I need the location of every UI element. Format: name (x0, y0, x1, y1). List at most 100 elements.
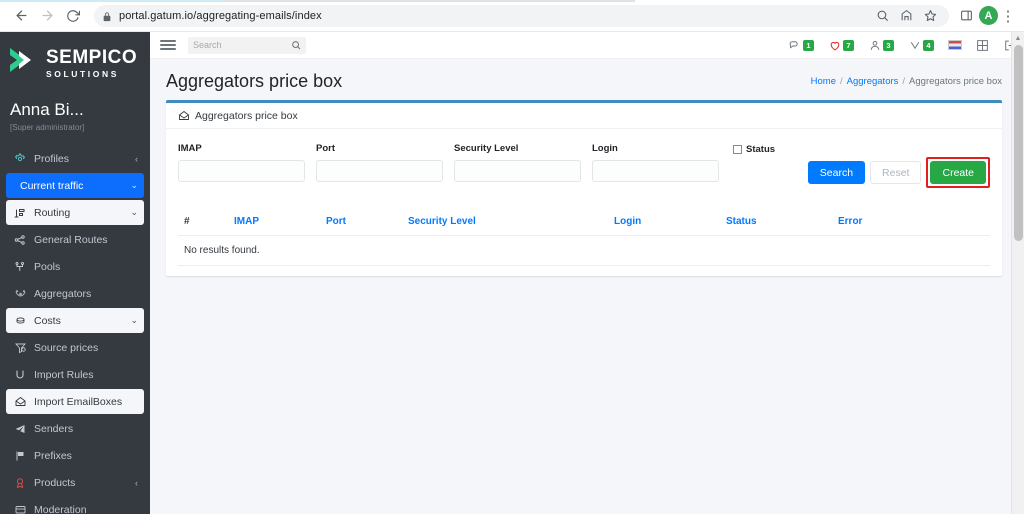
filter-label-login: Login (592, 143, 618, 154)
sitemap-icon (12, 261, 28, 273)
language-flag-icon[interactable] (948, 40, 962, 50)
page-header: Aggregators price box Home / Aggregators… (150, 59, 1024, 100)
card-header: Aggregators price box (166, 103, 1002, 129)
brand-title: SEMPICO (46, 47, 138, 68)
breadcrumb: Home / Aggregators / Aggregators price b… (811, 76, 1002, 87)
star-icon[interactable] (919, 5, 941, 27)
security-level-input[interactable] (454, 160, 581, 182)
sidebar-item-profiles[interactable]: Profiles ‹ (6, 146, 144, 171)
sidebar: SEMPICO SOLUTIONS Anna Bi... [Super admi… (0, 32, 150, 514)
url-text: portal.gatum.io/aggregating-emails/index (119, 9, 322, 22)
hamburger-icon[interactable] (160, 40, 176, 50)
login-input[interactable] (592, 160, 719, 182)
checkbox-box[interactable] (733, 145, 742, 154)
search-icon[interactable] (871, 5, 893, 27)
empty-message: No results found. (178, 235, 990, 266)
column-header-login[interactable]: Login (610, 210, 722, 236)
column-header-imap[interactable]: IMAP (230, 210, 322, 236)
sidebar-item-current-traffic[interactable]: Current traffic ⌄ (6, 173, 144, 198)
sidebar-item-routing[interactable]: Routing ⌄ (6, 200, 144, 225)
breadcrumb-item-home[interactable]: Home (811, 76, 836, 87)
bell-check-icon[interactable]: 4 (908, 39, 934, 52)
comments-icon[interactable]: 1 (788, 39, 814, 52)
topbar-actions: 1 7 3 4 (788, 39, 1016, 52)
grid-icon[interactable] (976, 39, 989, 52)
sidebar-item-aggregators[interactable]: Aggregators (6, 281, 144, 306)
sidebar-item-source-prices[interactable]: Source prices (6, 335, 144, 360)
forward-arrow-icon[interactable] (34, 3, 60, 29)
port-input[interactable] (316, 160, 443, 182)
breadcrumb-item-aggregators[interactable]: Aggregators (847, 76, 899, 87)
sempico-chevron-logo (6, 45, 40, 82)
column-header-number[interactable]: # (178, 210, 230, 236)
users-icon[interactable]: 3 (868, 39, 894, 52)
sidebar-item-moderation[interactable]: Moderation (6, 497, 144, 514)
sidebar-item-products[interactable]: Products ‹ (6, 470, 144, 495)
share-icon[interactable] (895, 5, 917, 27)
sidebar-item-prefixes[interactable]: Prefixes (6, 443, 144, 468)
sidebar-item-label: Products (34, 476, 76, 489)
page-scrollbar[interactable]: ▲ (1011, 32, 1024, 514)
column-header-error[interactable]: Error (834, 210, 990, 236)
avatar[interactable]: A (979, 6, 998, 25)
reload-icon[interactable] (60, 3, 86, 29)
filter-field-imap: IMAP (178, 143, 305, 182)
kebab-menu-icon[interactable]: ⋮ (1000, 7, 1016, 25)
heart-alert-icon[interactable]: 7 (828, 39, 854, 52)
filter-form: IMAP Port Security Level Login Status Se… (178, 143, 990, 188)
filter-field-port: Port (316, 143, 443, 182)
breadcrumb-item-current: Aggregators price box (909, 76, 1002, 87)
sidebar-item-senders[interactable]: Senders (6, 416, 144, 441)
filter-dollar-icon (12, 342, 28, 354)
column-header-port[interactable]: Port (322, 210, 404, 236)
filter-label-security-level: Security Level (454, 143, 519, 154)
sidebar-item-label: Import EmailBoxes (34, 395, 123, 408)
search-button[interactable]: Search (807, 161, 866, 184)
form-actions: Search Reset Create (807, 143, 990, 188)
badge-count: 7 (843, 39, 854, 51)
address-bar[interactable]: portal.gatum.io/aggregating-emails/index (94, 4, 949, 27)
import-rules-icon (12, 369, 28, 381)
app-shell: SEMPICO SOLUTIONS Anna Bi... [Super admi… (0, 32, 1024, 514)
chevron-down-icon: ⌄ (130, 207, 138, 217)
main-content: 1 7 3 4 (150, 32, 1024, 514)
sidebar-item-label: Profiles (34, 152, 70, 165)
brand-subtitle: SOLUTIONS (46, 68, 119, 79)
column-header-security-level[interactable]: Security Level (404, 210, 610, 236)
tab-strip-edge (0, 0, 1024, 2)
side-panel-icon[interactable] (955, 5, 977, 27)
create-button[interactable]: Create (930, 161, 986, 184)
table-header: # IMAP Port Security Level Login Status … (178, 210, 990, 236)
sidebar-item-label: Senders (34, 422, 74, 435)
lock-icon (102, 10, 112, 22)
browser-chrome: portal.gatum.io/aggregating-emails/index… (0, 0, 1024, 32)
routing-icon (12, 207, 28, 219)
sidebar-item-import-rules[interactable]: Import Rules (6, 362, 144, 387)
sidebar-item-general-routes[interactable]: General Routes (6, 227, 144, 252)
imap-input[interactable] (178, 160, 305, 182)
filter-field-login: Login (592, 143, 719, 182)
status-checkbox[interactable]: Status (733, 144, 775, 155)
aggregators-icon (12, 288, 28, 300)
sidebar-item-import-emailboxes[interactable]: Import EmailBoxes (6, 389, 144, 414)
back-arrow-icon[interactable] (8, 3, 34, 29)
table-body: No results found. (178, 235, 990, 266)
global-search[interactable] (188, 36, 306, 54)
scroll-up-arrow-icon[interactable]: ▲ (1012, 32, 1024, 44)
search-input[interactable] (193, 40, 291, 50)
share-nodes-icon (12, 234, 28, 246)
reset-button[interactable]: Reset (870, 161, 922, 184)
status-checkbox-label: Status (746, 144, 776, 155)
user-block[interactable]: Anna Bi... [Super administrator] (0, 94, 150, 146)
envelope-open-icon (178, 110, 190, 122)
user-name: Anna Bi... (10, 100, 84, 119)
brand-logo[interactable]: SEMPICO SOLUTIONS (0, 32, 150, 94)
sidebar-item-pools[interactable]: Pools (6, 254, 144, 279)
sidebar-item-label: General Routes (34, 233, 108, 246)
coins-icon (12, 315, 28, 327)
sidebar-item-costs[interactable]: Costs ⌄ (6, 308, 144, 333)
sidebar-item-label: Pools (34, 260, 61, 273)
column-header-status[interactable]: Status (722, 210, 834, 236)
scrollbar-thumb[interactable] (1014, 45, 1023, 241)
search-icon[interactable] (291, 40, 301, 50)
